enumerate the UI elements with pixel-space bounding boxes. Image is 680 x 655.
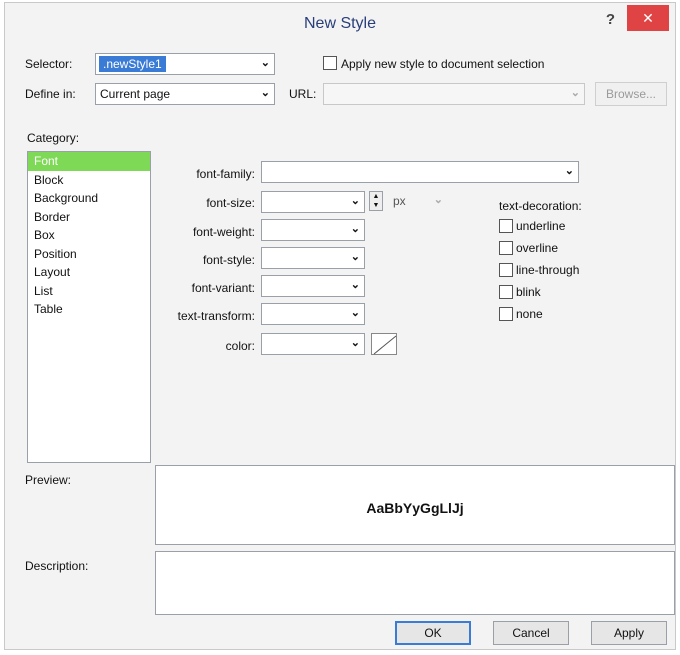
- font-family-label: font-family:: [196, 167, 255, 181]
- none-label: none: [516, 307, 543, 321]
- underline-checkbox[interactable]: [499, 219, 513, 233]
- chevron-down-icon: ⌄: [350, 337, 360, 349]
- selector-combobox[interactable]: .newStyle1 ⌄: [95, 53, 275, 75]
- overline-label: overline: [516, 241, 559, 255]
- chevron-down-icon: ⌄: [433, 194, 443, 206]
- spin-down-icon[interactable]: ▼: [370, 201, 382, 210]
- font-variant-label: font-variant:: [191, 281, 255, 295]
- category-item-block[interactable]: Block: [28, 171, 150, 190]
- chevron-down-icon: ⌄: [564, 165, 574, 177]
- url-label: URL:: [289, 87, 317, 101]
- category-item-list[interactable]: List: [28, 282, 150, 301]
- selector-value: .newStyle1: [99, 56, 166, 72]
- description-panel: [155, 551, 675, 615]
- dialog-title: New Style: [303, 15, 377, 32]
- font-variant-combobox[interactable]: ⌄: [261, 275, 365, 297]
- apply-to-selection-checkbox[interactable]: [323, 56, 337, 70]
- close-button[interactable]: ✕: [627, 5, 669, 31]
- font-style-combobox[interactable]: ⌄: [261, 247, 365, 269]
- apply-to-selection-label: Apply new style to document selection: [341, 57, 545, 71]
- category-label: Category:: [27, 131, 80, 145]
- underline-label: underline: [516, 219, 566, 233]
- line-through-checkbox[interactable]: [499, 263, 513, 277]
- blink-label: blink: [516, 285, 541, 299]
- chevron-down-icon: ⌄: [350, 223, 360, 235]
- selector-label: Selector:: [25, 57, 73, 71]
- help-button[interactable]: ?: [606, 11, 615, 28]
- none-checkbox[interactable]: [499, 307, 513, 321]
- category-item-box[interactable]: Box: [28, 226, 150, 245]
- preview-sample-text: AaBbYyGgLlJj: [366, 500, 464, 516]
- chevron-down-icon: ⌄: [350, 307, 360, 319]
- chevron-down-icon: ⌄: [260, 57, 270, 69]
- font-weight-label: font-weight:: [192, 225, 255, 239]
- overline-checkbox[interactable]: [499, 241, 513, 255]
- define-in-value: Current page: [100, 87, 171, 101]
- chevron-down-icon: ⌄: [350, 279, 360, 291]
- define-in-combobox[interactable]: Current page ⌄: [95, 83, 275, 105]
- font-size-spinner[interactable]: ▲ ▼: [369, 191, 383, 211]
- category-item-layout[interactable]: Layout: [28, 263, 150, 282]
- url-combobox[interactable]: ⌄: [323, 83, 585, 105]
- spin-up-icon[interactable]: ▲: [370, 192, 382, 201]
- ok-button[interactable]: OK: [395, 621, 471, 645]
- category-item-background[interactable]: Background: [28, 189, 150, 208]
- close-icon: ✕: [642, 10, 654, 26]
- category-item-position[interactable]: Position: [28, 245, 150, 264]
- text-decoration-label: text-decoration:: [499, 199, 582, 213]
- text-transform-combobox[interactable]: ⌄: [261, 303, 365, 325]
- font-size-unit-combobox[interactable]: px ⌄: [389, 191, 447, 213]
- chevron-down-icon: ⌄: [350, 195, 360, 207]
- cancel-button[interactable]: Cancel: [493, 621, 569, 645]
- title-bar[interactable]: New Style ? ✕: [5, 3, 675, 45]
- preview-label: Preview:: [25, 473, 72, 487]
- line-through-label: line-through: [516, 263, 580, 277]
- define-in-label: Define in:: [25, 87, 76, 101]
- category-item-border[interactable]: Border: [28, 208, 150, 227]
- text-transform-label: text-transform:: [177, 309, 255, 323]
- chevron-down-icon: ⌄: [350, 251, 360, 263]
- chevron-down-icon: ⌄: [260, 87, 270, 99]
- color-label: color:: [225, 339, 255, 353]
- chevron-down-icon: ⌄: [570, 87, 580, 99]
- category-item-font[interactable]: Font: [28, 152, 150, 171]
- category-item-table[interactable]: Table: [28, 300, 150, 319]
- description-label: Description:: [25, 559, 89, 573]
- color-picker-button[interactable]: [371, 333, 397, 355]
- font-family-combobox[interactable]: ⌄: [261, 161, 579, 183]
- font-style-label: font-style:: [202, 253, 255, 267]
- font-weight-combobox[interactable]: ⌄: [261, 219, 365, 241]
- no-color-icon: [373, 335, 397, 355]
- font-size-combobox[interactable]: ⌄: [261, 191, 365, 213]
- category-listbox[interactable]: Font Block Background Border Box Positio…: [27, 151, 151, 463]
- blink-checkbox[interactable]: [499, 285, 513, 299]
- color-combobox[interactable]: ⌄: [261, 333, 365, 355]
- new-style-dialog: New Style ? ✕ Selector: .newStyle1 ⌄ App…: [4, 2, 676, 650]
- preview-panel: AaBbYyGgLlJj: [155, 465, 675, 545]
- apply-button[interactable]: Apply: [591, 621, 667, 645]
- browse-button[interactable]: Browse...: [595, 82, 667, 106]
- font-size-label: font-size:: [206, 196, 255, 210]
- font-size-unit-value: px: [393, 194, 406, 208]
